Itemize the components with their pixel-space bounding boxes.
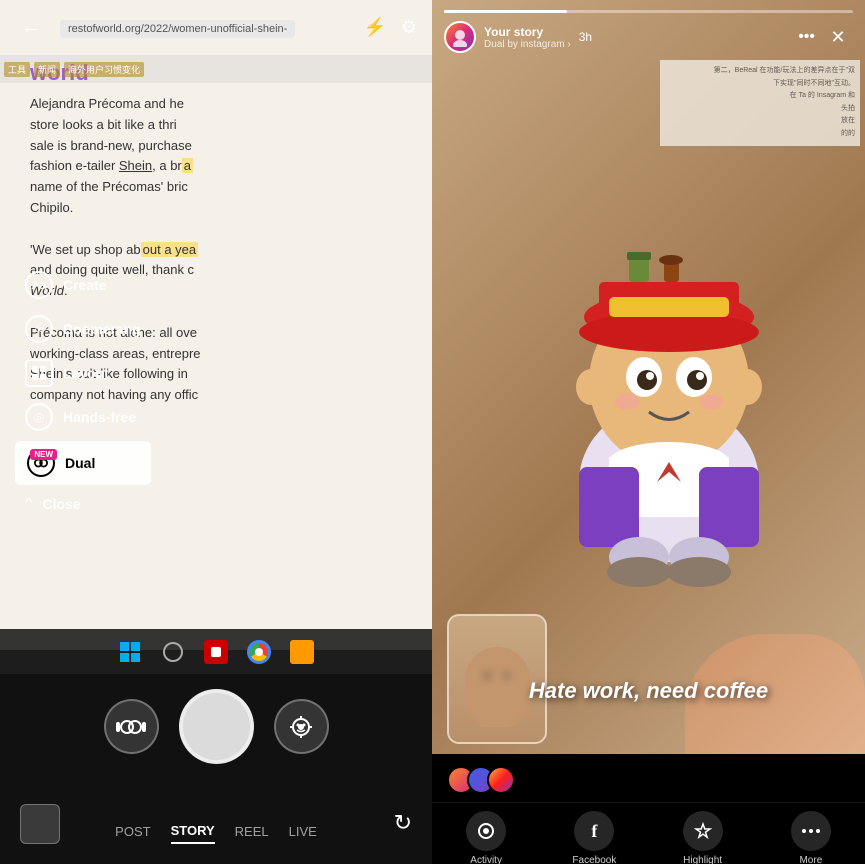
facebook-f-icon: f bbox=[591, 821, 597, 842]
story-bottom-bar: Activity f Facebook Highlight bbox=[432, 754, 865, 864]
live-tab[interactable]: LIVE bbox=[289, 820, 317, 843]
dual-label: Dual bbox=[65, 455, 95, 471]
taskbar-app1 bbox=[202, 638, 230, 666]
mode-tabs: POST STORY REEL LIVE bbox=[20, 819, 412, 844]
chrome-icon bbox=[245, 638, 273, 666]
effect-button-1[interactable] bbox=[104, 699, 159, 754]
settings-button[interactable]: ⚙ bbox=[401, 17, 417, 38]
story-caption-area: Hate work, need coffee bbox=[432, 678, 865, 704]
close-menu-item[interactable]: ^ Close bbox=[15, 489, 151, 519]
story-tab[interactable]: STORY bbox=[171, 819, 215, 844]
story-viewer-row bbox=[432, 754, 865, 802]
windows-taskbar bbox=[0, 629, 432, 674]
dual-icon-wrapper: NEW bbox=[27, 449, 55, 477]
create-icon: Aa bbox=[25, 271, 53, 299]
handsfree-menu-item[interactable]: ◎ Hands-free bbox=[15, 397, 151, 437]
story-panel: 第二，BeReal 在功能/玩法上的差异点在于"双 下实现"同时不同地"互动。 … bbox=[432, 0, 865, 864]
activity-label: Activity bbox=[470, 855, 502, 864]
taskbar-app2 bbox=[288, 638, 316, 666]
flash-button[interactable]: ⚡ bbox=[363, 17, 385, 38]
more-icon-circle bbox=[791, 811, 831, 851]
flip-camera-button[interactable]: ↻ bbox=[394, 810, 412, 836]
search-taskbar-icon bbox=[159, 638, 187, 666]
effect-button-2[interactable] bbox=[274, 699, 329, 754]
facebook-label: Facebook bbox=[572, 855, 616, 864]
gallery-thumbnail[interactable] bbox=[20, 804, 60, 844]
toolbar-item: 工具 bbox=[4, 62, 30, 77]
story-action-buttons: Activity f Facebook Highlight bbox=[432, 802, 865, 864]
dual-menu-item[interactable]: NEW Dual bbox=[15, 441, 151, 485]
camera-mode-menu: Aa Create ∞ Boomerang Layout ◎ Hands-fre… bbox=[15, 265, 151, 519]
new-badge: NEW bbox=[30, 449, 57, 460]
story-username: Your story bbox=[484, 25, 571, 39]
more-button[interactable]: More bbox=[776, 811, 846, 864]
create-label: Create bbox=[63, 277, 107, 293]
reel-tab[interactable]: REEL bbox=[235, 820, 269, 843]
story-time: 3h bbox=[579, 30, 592, 44]
layout-icon bbox=[25, 359, 53, 387]
handsfree-label: Hands-free bbox=[63, 409, 136, 425]
viewer-avatars bbox=[447, 766, 515, 794]
camera-top-bar: ← ⚡ ⚙ bbox=[0, 0, 432, 55]
highlight-button[interactable]: Highlight bbox=[668, 811, 738, 864]
story-more-button[interactable]: ••• bbox=[798, 28, 815, 46]
toolbar-item: 新闻 bbox=[34, 62, 60, 77]
story-close-button[interactable]: ✕ bbox=[823, 22, 853, 52]
boomerang-label: Boomerang bbox=[63, 321, 141, 337]
create-menu-item[interactable]: Aa Create bbox=[15, 265, 151, 305]
activity-button[interactable]: Activity bbox=[451, 811, 521, 864]
windows-logo-icon bbox=[116, 638, 144, 666]
camera-controls: POST STORY REEL LIVE bbox=[0, 674, 432, 864]
camera-panel: world Alejandra Précoma and hestore look… bbox=[0, 0, 432, 864]
facebook-button[interactable]: f Facebook bbox=[559, 811, 629, 864]
boomerang-icon: ∞ bbox=[25, 315, 53, 343]
camera-buttons-row bbox=[20, 689, 412, 764]
more-label: More bbox=[799, 855, 822, 864]
boomerang-menu-item[interactable]: ∞ Boomerang bbox=[15, 309, 151, 349]
browser-toolbar: 工具 新闻 海外用户习惯变化 bbox=[0, 55, 432, 83]
story-user-info: Your story Dual by instagram › 3h bbox=[444, 21, 592, 53]
toolbar-item: 海外用户习惯变化 bbox=[64, 62, 144, 77]
highlight-label: Highlight bbox=[683, 855, 722, 864]
toy-svg bbox=[509, 202, 829, 622]
story-user-avatar bbox=[444, 21, 476, 53]
post-tab[interactable]: POST bbox=[115, 820, 150, 843]
story-user-text: Your story Dual by instagram › bbox=[484, 25, 571, 50]
facebook-icon-circle: f bbox=[574, 811, 614, 851]
highlight-icon-circle bbox=[683, 811, 723, 851]
story-caption-text: Hate work, need coffee bbox=[529, 678, 768, 703]
story-top-bar: Your story Dual by instagram › 3h ••• ✕ bbox=[432, 0, 865, 61]
story-sublabel: Dual by instagram › bbox=[484, 39, 571, 50]
shutter-button[interactable] bbox=[179, 689, 254, 764]
handsfree-icon: ◎ bbox=[25, 403, 53, 431]
layout-menu-item[interactable]: Layout bbox=[15, 353, 151, 393]
layout-label: Layout bbox=[63, 365, 109, 381]
activity-icon-circle bbox=[466, 811, 506, 851]
close-label: Close bbox=[43, 496, 81, 512]
back-button[interactable]: ← bbox=[15, 12, 47, 44]
viewer-avatar-3 bbox=[487, 766, 515, 794]
story-user-row: Your story Dual by instagram › 3h ••• ✕ bbox=[432, 13, 865, 61]
